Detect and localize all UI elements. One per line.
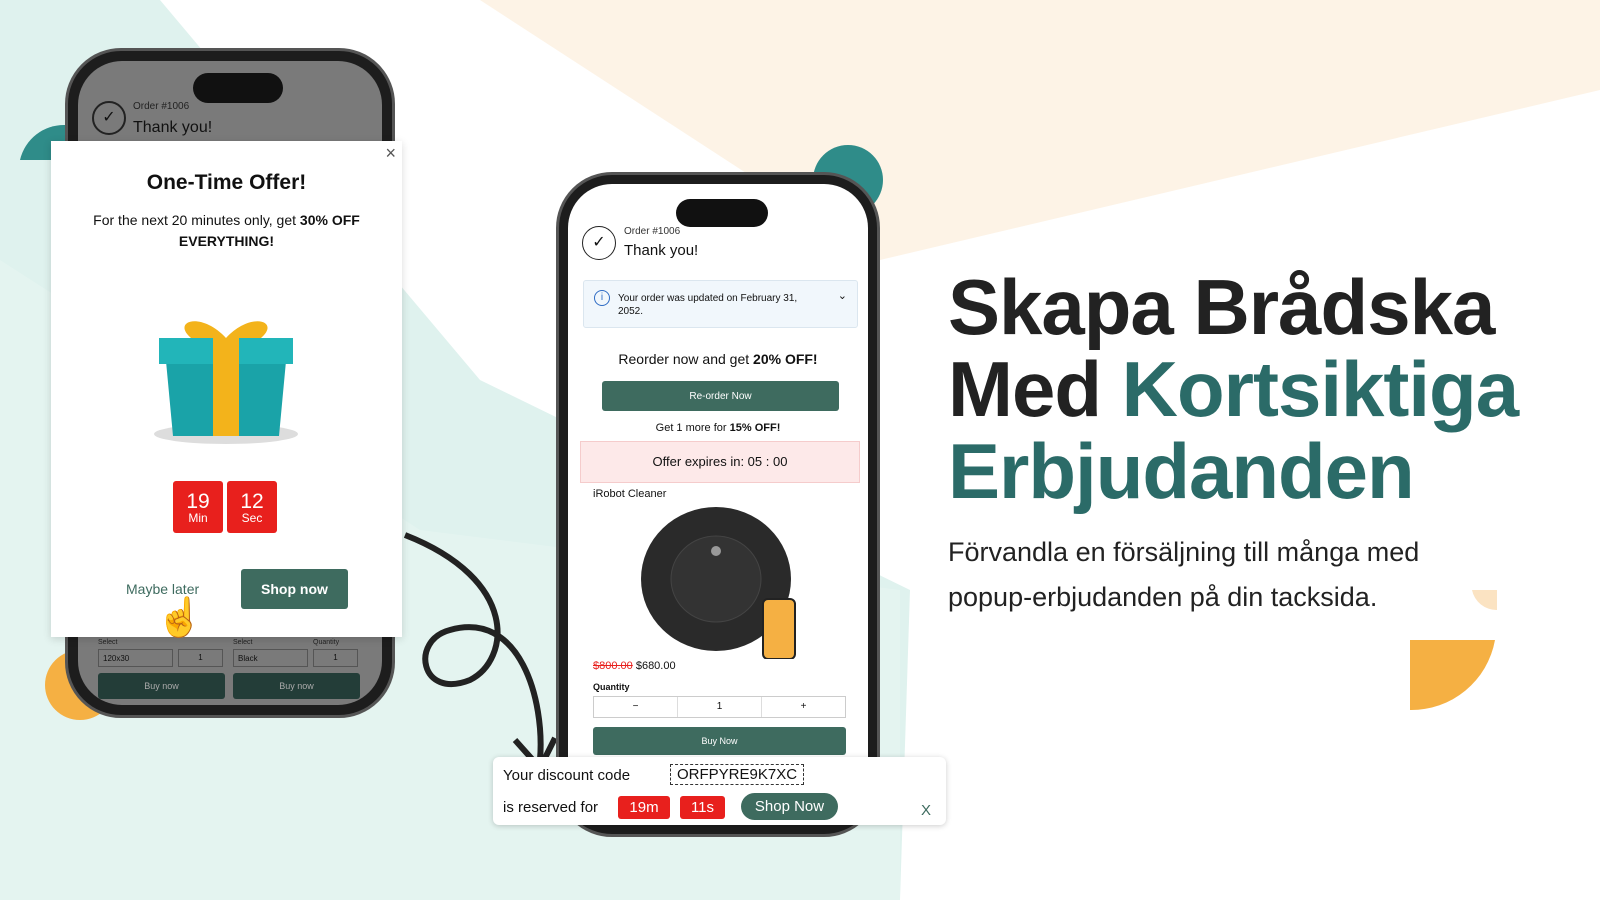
quantity-label: Quantity	[593, 682, 630, 692]
timer-seconds: 12 Sec	[227, 481, 277, 533]
one-time-offer-popup: × One-Time Offer! For the next 20 minute…	[51, 141, 402, 639]
plus-button[interactable]: +	[762, 697, 845, 717]
qty-stepper[interactable]: 1	[313, 649, 358, 667]
price: $800.00 $680.00	[593, 660, 676, 672]
order-label: Order #1006	[624, 226, 681, 237]
check-icon: ✓	[92, 101, 126, 135]
close-icon[interactable]: ×	[385, 143, 396, 164]
popup-title: One-Time Offer!	[146, 171, 307, 194]
qty-stepper[interactable]: 1	[178, 649, 223, 667]
seconds-badge: 11s	[680, 796, 725, 819]
shop-now-button[interactable]: Shop now	[241, 569, 348, 609]
minus-button[interactable]: −	[594, 697, 678, 717]
color-select[interactable]: Black	[233, 649, 308, 667]
select-label: Select	[98, 639, 118, 646]
hand-cursor-icon: ☝	[156, 597, 204, 639]
discount-bar: Your discount code ORFPYRE9K7XC is reser…	[493, 757, 946, 825]
order-notice: i Your order was updated on February 31,…	[583, 280, 858, 328]
discount-code[interactable]: ORFPYRE9K7XC	[670, 764, 805, 785]
size-select[interactable]: 120x30	[98, 649, 173, 667]
thank-you: Thank you!	[624, 242, 699, 259]
maybe-later-link[interactable]: Maybe later	[126, 581, 199, 597]
robot-vacuum-image	[641, 507, 796, 659]
info-icon: i	[594, 290, 610, 306]
hero-heading: Skapa Brådska Med Kortsiktiga Erbjudande…	[948, 263, 1519, 515]
quantity-label: Quantity	[313, 639, 340, 646]
chevron-down-icon[interactable]: ⌄	[838, 289, 847, 302]
close-button[interactable]: X	[921, 802, 931, 819]
minutes-badge: 19m	[618, 796, 670, 819]
timer-minutes: 19 Min	[173, 481, 223, 533]
quantity-value[interactable]: 1	[678, 697, 762, 717]
notice-text: Your order was updated on February 31, 2…	[618, 293, 798, 317]
select-label: Select	[233, 639, 253, 646]
offer-expires: Offer expires in: 05 : 00	[580, 441, 860, 483]
gift-icon	[154, 321, 298, 444]
reserved-label: is reserved for	[503, 799, 599, 816]
shop-now-button[interactable]: Shop Now	[741, 793, 838, 820]
order-label: Order #1006	[133, 101, 190, 112]
heading-line-3: Erbjudanden	[948, 427, 1415, 515]
thank-you: Thank you!	[133, 119, 213, 136]
get-more-text: Get 1 more for 15% OFF!	[655, 422, 781, 434]
discount-label: Your discount code	[503, 767, 631, 784]
hero-subtitle: Förvandla en försäljning till många med …	[948, 537, 1420, 612]
reorder-text: Reorder now and get 20% OFF!	[618, 351, 818, 367]
center-phone: ✓ Order #1006 Thank you! i Your order wa…	[556, 172, 880, 837]
heading-line-1: Skapa Brådska	[948, 263, 1495, 351]
check-icon: ✓	[582, 226, 616, 260]
popup-body: For the next 20 minutes only, get 30% OF…	[93, 212, 360, 249]
reorder-button[interactable]: Re-order Now	[602, 381, 839, 411]
heading-line-2: Med Kortsiktiga	[948, 345, 1519, 433]
quantity-stepper[interactable]: − 1 +	[593, 696, 846, 718]
buy-now-button[interactable]: Buy now	[233, 673, 360, 699]
buy-now-button[interactable]: Buy Now	[593, 727, 846, 755]
buy-now-button[interactable]: Buy now	[98, 673, 225, 699]
